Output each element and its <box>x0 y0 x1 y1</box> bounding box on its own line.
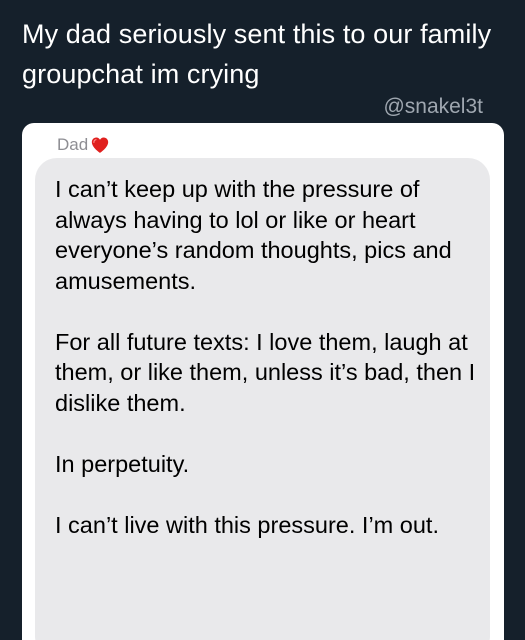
message-bubble: I can’t keep up with the pressure of alw… <box>35 158 490 640</box>
message-paragraph: I can’t live with this pressure. I’m out… <box>55 511 439 538</box>
sender-name: Dad <box>57 135 89 154</box>
sender-label: Dad <box>57 132 110 158</box>
watermark-handle: @snakel3t <box>383 95 483 118</box>
red-heart-icon <box>92 137 109 153</box>
post-caption: My dad seriously sent this to our family… <box>22 19 492 89</box>
message-paragraph: I can’t keep up with the pressure of alw… <box>55 176 452 294</box>
message-paragraph: For all future texts: I love them, laugh… <box>55 328 476 416</box>
message-paragraph: In perpetuity. <box>55 450 190 477</box>
message-screenshot: Dad I can’t keep up with the pressure of… <box>22 123 504 640</box>
